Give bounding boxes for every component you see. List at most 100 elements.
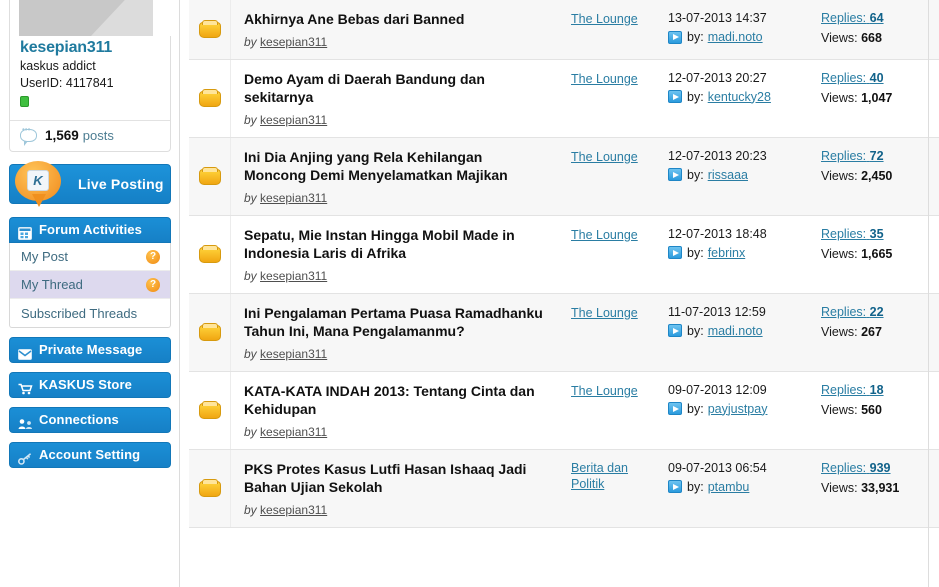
profile-username[interactable]: kesepian311: [20, 38, 160, 58]
views-count: Views: 267: [821, 324, 939, 340]
thread-date-cell: 09-07-2013 12:09 by: payjustpay: [661, 372, 821, 449]
goto-last-post-icon[interactable]: [668, 30, 682, 44]
views-prefix: Views:: [821, 480, 858, 495]
views-count: Views: 1,665: [821, 246, 939, 262]
thread-icon-cell: [189, 449, 231, 527]
replies-prefix: Replies:: [821, 382, 867, 397]
forum-link[interactable]: The Lounge: [571, 71, 638, 87]
thread-row[interactable]: Demo Ayam di Daerah Bandung dan sekitarn…: [189, 59, 939, 138]
replies-link[interactable]: Replies: 35: [821, 227, 884, 241]
thread-title-cell: Ini Pengalaman Pertama Puasa Ramadhanku …: [231, 294, 569, 371]
submenu-item-my-thread[interactable]: My Thread?: [10, 271, 170, 299]
replies-prefix: Replies:: [821, 148, 867, 163]
goto-last-post-icon[interactable]: [668, 402, 682, 415]
thread-stats-cell: Replies: 64 Views: 668: [821, 0, 939, 59]
goto-last-post-icon[interactable]: [668, 90, 682, 103]
last-poster-link[interactable]: madi.noto: [708, 29, 763, 45]
views-value: 560: [861, 402, 882, 417]
sidebar-item-account-setting[interactable]: Account Setting: [9, 442, 171, 468]
last-poster-link[interactable]: kentucky28: [708, 89, 771, 105]
thread-row[interactable]: KATA-KATA INDAH 2013: Tentang Cinta dan …: [189, 371, 939, 450]
thread-row[interactable]: PKS Protes Kasus Lutfi Hasan Ishaaq Jadi…: [189, 449, 939, 528]
help-icon[interactable]: ?: [146, 249, 160, 264]
last-post-by-prefix: by:: [687, 89, 704, 104]
last-poster-link[interactable]: madi.noto: [708, 323, 763, 339]
sidebar-item-connections[interactable]: Connections: [9, 407, 171, 433]
goto-last-post-icon[interactable]: [668, 246, 682, 259]
replies-count: Replies: 939: [821, 460, 939, 476]
thread-stats-cell: Replies: 939 Views: 33,931: [821, 450, 939, 527]
thread-author: by kesepian311: [244, 347, 561, 361]
thread-author-link[interactable]: kesepian311: [260, 425, 327, 439]
live-posting-button[interactable]: K Live Posting: [9, 161, 171, 207]
submenu-item-label: My Thread: [21, 277, 83, 292]
thread-author: by kesepian311: [244, 35, 561, 49]
thread-author-link[interactable]: kesepian311: [260, 503, 327, 517]
views-prefix: Views:: [821, 246, 858, 261]
replies-link[interactable]: Replies: 939: [821, 461, 891, 475]
forum-link[interactable]: Berita dan Politik: [571, 460, 657, 492]
submenu-item-my-post[interactable]: My Post?: [10, 243, 170, 271]
replies-prefix: Replies:: [821, 11, 867, 25]
forum-link[interactable]: The Lounge: [571, 149, 638, 165]
goto-last-post-icon[interactable]: [668, 168, 682, 181]
thread-author-link[interactable]: kesepian311: [260, 269, 327, 283]
last-poster-link[interactable]: rissaaa: [708, 167, 748, 183]
thread-author-link[interactable]: kesepian311: [260, 191, 327, 205]
by-prefix: by: [244, 34, 257, 49]
thread-row[interactable]: Sepatu, Mie Instan Hingga Mobil Made in …: [189, 215, 939, 294]
thread-row[interactable]: Akhirnya Ane Bebas dari Banned by kesepia…: [189, 0, 939, 60]
thread-author-link[interactable]: kesepian311: [260, 113, 327, 127]
connections-icon: [18, 414, 32, 429]
goto-last-post-icon[interactable]: [668, 480, 682, 493]
forum-activities-label: Forum Activities: [39, 222, 142, 237]
replies-link[interactable]: Replies: 72: [821, 149, 884, 163]
help-icon[interactable]: ?: [146, 277, 160, 292]
goto-last-post-icon[interactable]: [668, 324, 682, 337]
avatar[interactable]: [10, 0, 172, 36]
sidebar-item-kaskus-store[interactable]: KASKUS Store: [9, 372, 171, 398]
forum-link[interactable]: The Lounge: [571, 11, 638, 27]
sidebar-item-forum-activities[interactable]: Forum Activities: [9, 217, 171, 243]
replies-link[interactable]: Replies: 40: [821, 71, 884, 85]
forum-link[interactable]: The Lounge: [571, 227, 638, 243]
thread-title-link[interactable]: Ini Dia Anjing yang Rela Kehilangan Monc…: [244, 148, 544, 185]
thread-author: by kesepian311: [244, 113, 561, 127]
thread-forum-cell: The Lounge: [569, 216, 661, 293]
submenu-item-label: Subscribed Threads: [21, 305, 138, 321]
kaskus-profile-page: kesepian311 kaskus addict UserID: 411784…: [0, 0, 939, 587]
thread-row[interactable]: Ini Dia Anjing yang Rela Kehilangan Monc…: [189, 137, 939, 216]
thread-author: by kesepian311: [244, 269, 561, 283]
replies-link[interactable]: Replies: 22: [821, 305, 884, 319]
submenu-item-subscribed-threads[interactable]: Subscribed Threads: [10, 299, 170, 327]
thread-author-link[interactable]: kesepian311: [260, 347, 327, 361]
forum-activities-submenu: My Post? My Thread? Subscribed Threads: [9, 243, 171, 328]
thread-author-link[interactable]: kesepian311: [260, 35, 327, 49]
submenu-item-label: My Post: [21, 249, 68, 264]
replies-prefix: Replies:: [821, 226, 867, 241]
last-post-info: by: madi.noto: [668, 323, 821, 339]
thread-stats-cell: Replies: 18 Views: 560: [821, 372, 939, 449]
thread-title-link[interactable]: Sepatu, Mie Instan Hingga Mobil Made in …: [244, 226, 544, 263]
thread-title-link[interactable]: Ini Pengalaman Pertama Puasa Ramadhanku …: [244, 304, 544, 341]
last-post-info: by: madi.noto: [668, 29, 821, 45]
by-prefix: by: [244, 424, 257, 439]
sidebar-item-private-message[interactable]: Private Message: [9, 337, 171, 363]
thread-row[interactable]: Ini Pengalaman Pertama Puasa Ramadhanku …: [189, 293, 939, 372]
last-poster-link[interactable]: payjustpay: [708, 401, 768, 417]
forum-link[interactable]: The Lounge: [571, 383, 638, 399]
last-poster-link[interactable]: ptambu: [708, 479, 750, 495]
thread-title-link[interactable]: PKS Protes Kasus Lutfi Hasan Ishaaq Jadi…: [244, 460, 544, 497]
replies-count: Replies: 40: [821, 70, 939, 86]
replies-link[interactable]: Replies: 18: [821, 383, 884, 397]
thread-title-link[interactable]: Demo Ayam di Daerah Bandung dan sekitarn…: [244, 70, 544, 107]
thread-title-link[interactable]: KATA-KATA INDAH 2013: Tentang Cinta dan …: [244, 382, 544, 419]
replies-link[interactable]: Replies: 64: [821, 11, 884, 25]
last-poster-link[interactable]: febrinx: [708, 245, 746, 261]
thread-title-link[interactable]: Akhirnya Ane Bebas dari Banned: [244, 10, 544, 29]
folder-icon: [198, 479, 221, 497]
forum-link[interactable]: The Lounge: [571, 305, 638, 321]
thread-title-cell: KATA-KATA INDAH 2013: Tentang Cinta dan …: [231, 372, 569, 449]
by-prefix: by: [244, 268, 257, 283]
replies-value: 18: [869, 382, 884, 397]
